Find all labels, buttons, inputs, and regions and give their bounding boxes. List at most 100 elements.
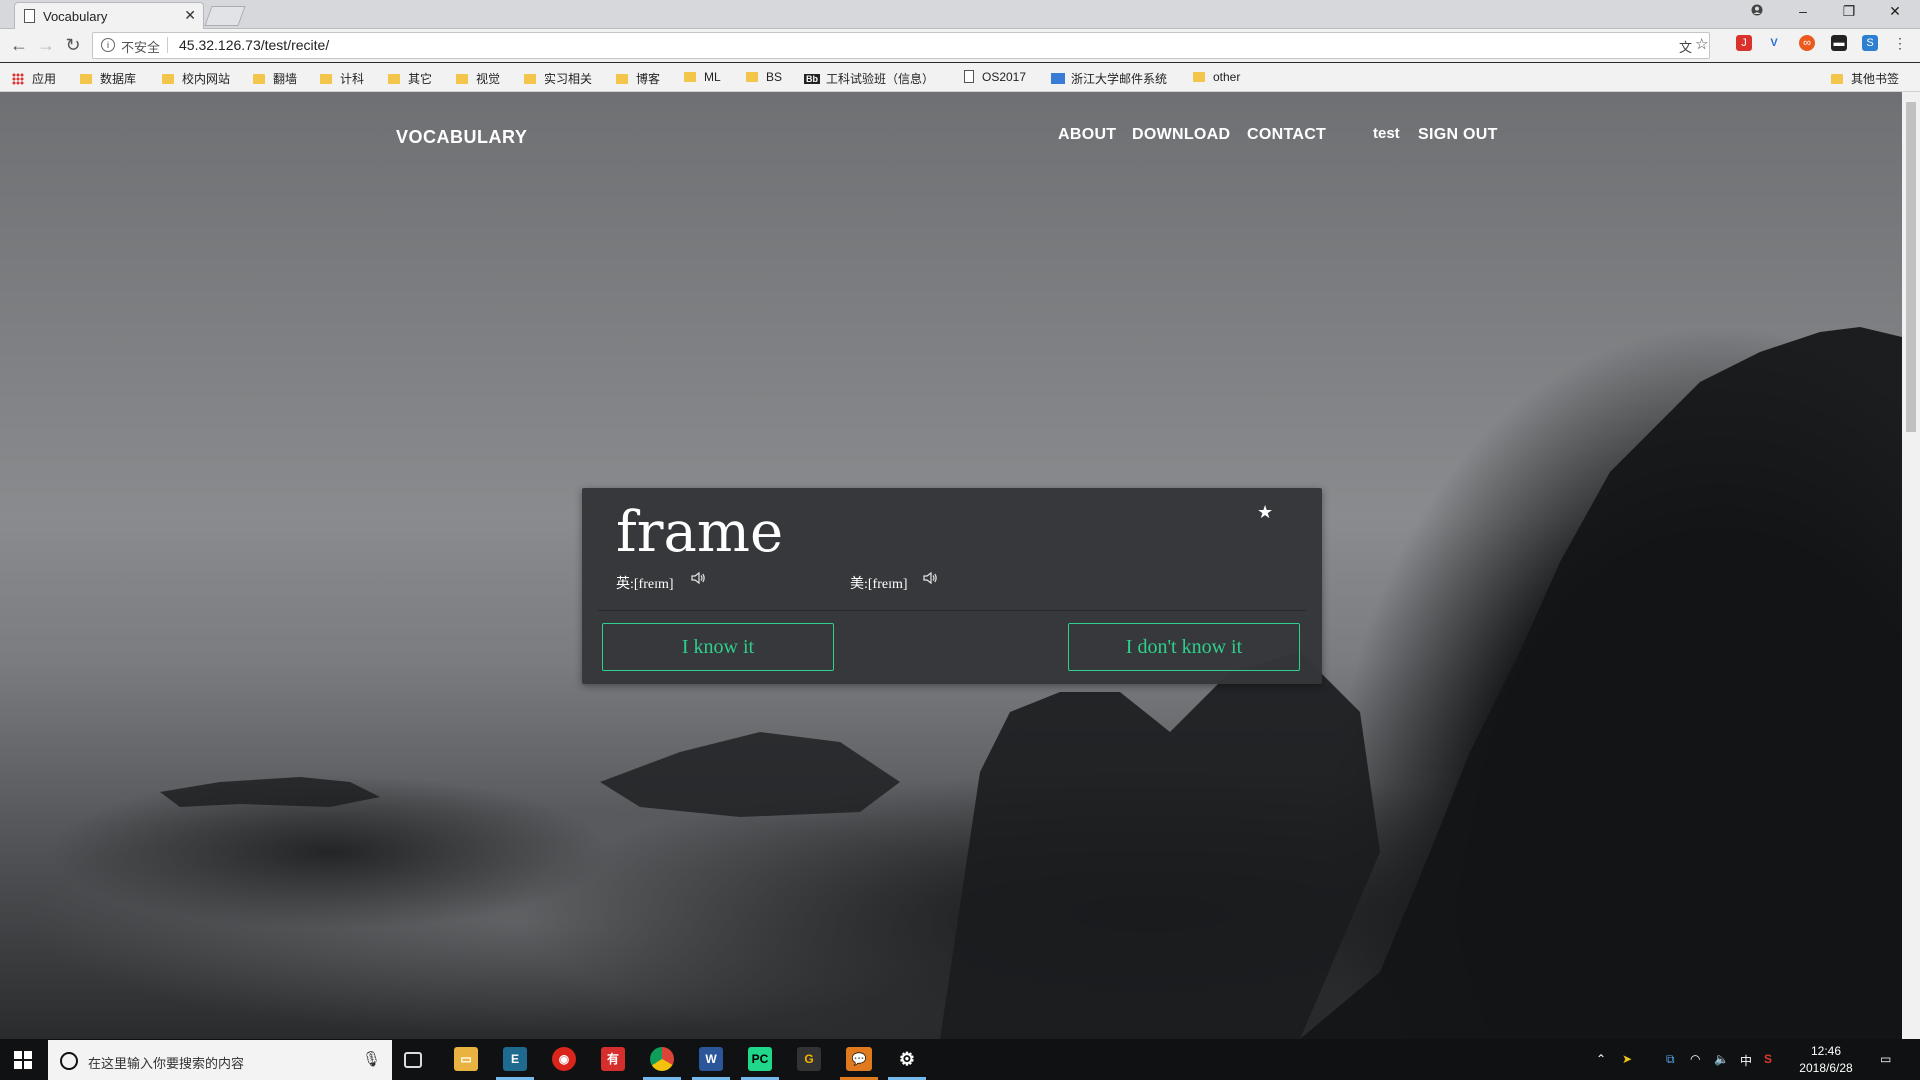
info-icon[interactable]: i	[101, 38, 115, 52]
windows-start-icon[interactable]	[14, 1051, 32, 1069]
wechat-icon[interactable]: 💬	[846, 1047, 872, 1071]
app-icon-g[interactable]: G	[797, 1047, 821, 1071]
nav-sign-out[interactable]: SIGN OUT	[1418, 126, 1498, 144]
folder-icon	[616, 74, 628, 84]
chrome-icon[interactable]	[650, 1047, 674, 1071]
url-text[interactable]: 45.32.126.73/test/recite/	[179, 37, 329, 53]
windows-taskbar: 在这里输入你要搜索的内容 🎙 ▭ E ◉ 有 W PC G 💬 ⚙ ⌃ ➤ ⧉ …	[0, 1039, 1920, 1080]
security-label: 不安全	[121, 40, 161, 55]
bookmark-folder[interactable]: 计科	[320, 70, 364, 87]
address-separator	[167, 37, 168, 53]
nav-about[interactable]: ABOUT	[1058, 126, 1116, 144]
settings-icon[interactable]: ⚙	[895, 1047, 919, 1071]
word-title: frame	[616, 500, 784, 565]
bookmark-star-icon[interactable]: ☆	[1695, 35, 1708, 53]
dont-know-it-button[interactable]: I don't know it	[1068, 623, 1300, 671]
sogou-ime-icon[interactable]: S	[1764, 1052, 1772, 1066]
clock-time: 12:46	[1810, 1044, 1842, 1058]
address-bar[interactable]: i 不安全 45.32.126.73/test/recite/ 文 ☆	[92, 32, 1710, 59]
tray-blue-icon[interactable]: ⧉	[1666, 1052, 1675, 1067]
folder-icon	[746, 72, 758, 82]
page-icon	[964, 70, 974, 83]
restore-icon[interactable]: ❐	[1834, 3, 1864, 20]
netease-music-icon[interactable]: ◉	[552, 1047, 576, 1071]
extension-icon-red[interactable]: J	[1736, 35, 1752, 51]
nav-username[interactable]: test	[1373, 125, 1400, 142]
window-close-icon[interactable]: ✕	[1880, 3, 1910, 20]
bookmark-folder[interactable]: 翻墙	[253, 70, 297, 87]
ime-indicator[interactable]: 中	[1740, 1052, 1752, 1069]
bookmark-folder[interactable]: other	[1193, 70, 1240, 84]
taskbar-search-placeholder: 在这里输入你要搜索的内容	[88, 1056, 245, 1071]
taskbar-clock[interactable]: 12:46 2018/6/28	[1782, 1043, 1870, 1077]
tab-title: Vocabulary	[43, 9, 108, 24]
scrollbar-thumb[interactable]	[1906, 102, 1916, 432]
us-speaker-icon[interactable]	[922, 570, 938, 591]
browser-tab[interactable]: Vocabulary ✕	[14, 2, 204, 29]
extension-icon-orange[interactable]: ∞	[1799, 35, 1815, 51]
bookmark-folder[interactable]: 视觉	[456, 70, 500, 87]
nav-contact[interactable]: CONTACT	[1247, 126, 1326, 144]
uk-phonetic: 英:[freɪm]	[616, 577, 674, 592]
site-brand[interactable]: VOCABULARY	[396, 127, 527, 148]
bookmarks-bar: 应用 数据库 校内网站 翻墙 计科 其它 视觉 实习相关 博客 ML BS Bb…	[0, 63, 1920, 92]
other-bookmarks[interactable]: 其他书签	[1831, 70, 1899, 87]
bookmark-apps[interactable]: 应用	[12, 70, 56, 87]
bookmark-link[interactable]: OS2017	[964, 70, 1026, 84]
task-view-icon[interactable]	[404, 1052, 422, 1068]
menu-icon[interactable]: ⋮	[1892, 35, 1908, 51]
tab-close-icon[interactable]: ✕	[184, 7, 196, 24]
wifi-icon[interactable]: ◠	[1690, 1052, 1700, 1066]
folder-icon	[388, 74, 400, 84]
extension-icon-blue[interactable]: S	[1862, 35, 1878, 51]
extension-icon-v[interactable]: V	[1766, 35, 1782, 51]
cortana-icon[interactable]	[60, 1052, 78, 1070]
bookmark-folder[interactable]: 实习相关	[524, 70, 592, 87]
bookmark-folder[interactable]: BS	[746, 70, 782, 84]
bookmark-link[interactable]: 浙江大学邮件系统	[1051, 70, 1167, 87]
uk-speaker-icon[interactable]	[690, 570, 706, 591]
folder-icon	[456, 74, 468, 84]
profile-icon[interactable]	[1742, 3, 1772, 19]
back-icon[interactable]: ←	[8, 35, 30, 56]
extension-icon-dark[interactable]: ▬	[1831, 35, 1847, 51]
translate-icon[interactable]: 文	[1679, 37, 1692, 56]
favorite-star-icon[interactable]: ★	[1257, 502, 1273, 523]
browser-toolbar: ← → ↻ i 不安全 45.32.126.73/test/recite/ 文 …	[0, 29, 1920, 62]
microphone-icon[interactable]: 🎙	[362, 1050, 381, 1068]
browser-tab-strip: Vocabulary ✕ – ❐ ✕	[0, 0, 1920, 29]
page-background: VOCABULARY ABOUT DOWNLOAD CONTACT test S…	[0, 92, 1902, 1039]
bookmark-folder[interactable]: 数据库	[80, 70, 136, 87]
youdao-icon[interactable]: 有	[601, 1047, 625, 1071]
taskbar-search-box[interactable]: 在这里输入你要搜索的内容 🎙	[48, 1040, 392, 1080]
minimize-icon[interactable]: –	[1788, 3, 1818, 19]
pycharm-icon[interactable]: PC	[748, 1047, 772, 1071]
folder-icon	[80, 74, 92, 84]
reload-icon[interactable]: ↻	[62, 35, 84, 56]
forward-icon[interactable]: →	[35, 35, 57, 56]
mail-icon	[1051, 73, 1065, 84]
nav-download[interactable]: DOWNLOAD	[1132, 126, 1230, 144]
word-icon[interactable]: W	[699, 1047, 723, 1071]
tray-expand-icon[interactable]: ⌃	[1596, 1052, 1606, 1066]
bookmark-folder[interactable]: ML	[684, 70, 721, 84]
folder-icon	[1831, 74, 1843, 84]
bookmark-link[interactable]: Bb 工科试验班（信息）	[804, 70, 934, 87]
file-explorer-icon[interactable]: ▭	[454, 1047, 478, 1071]
bookmark-folder[interactable]: 校内网站	[162, 70, 230, 87]
folder-icon	[320, 74, 332, 84]
know-it-button[interactable]: I know it	[602, 623, 834, 671]
page-scrollbar[interactable]	[1902, 92, 1920, 1039]
folder-icon	[1193, 72, 1205, 82]
new-tab-button[interactable]	[204, 6, 246, 26]
notification-center-icon[interactable]: ▭	[1880, 1052, 1891, 1066]
tray-app-icon[interactable]: ➤	[1622, 1052, 1632, 1066]
apps-icon	[12, 73, 24, 85]
folder-icon	[162, 74, 174, 84]
bookmark-folder[interactable]: 博客	[616, 70, 660, 87]
word-card: frame ★ 英:[freɪm] 美:[freɪm] I know it I …	[582, 488, 1322, 684]
folder-icon	[253, 74, 265, 84]
volume-icon[interactable]: 🔈	[1714, 1052, 1729, 1066]
app-icon-editor[interactable]: E	[503, 1047, 527, 1071]
bookmark-folder[interactable]: 其它	[388, 70, 432, 87]
